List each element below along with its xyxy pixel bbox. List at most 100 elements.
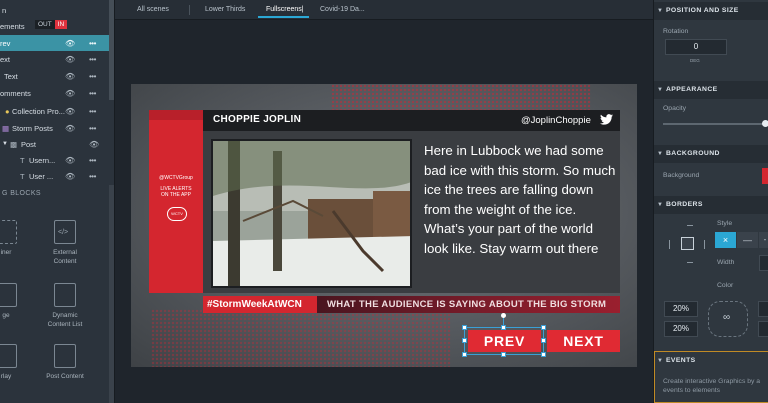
chevron-down-icon: ▼ (657, 151, 664, 157)
border-bottom-toggle[interactable] (687, 257, 693, 263)
hashtag-label: #StormWeekAtWCN (203, 296, 317, 313)
eye-icon[interactable]: 👁 (65, 72, 75, 81)
more-options-icon[interactable]: ••• (89, 72, 96, 81)
events-section[interactable]: ▼ EVENTS Create interactive Graphics by … (654, 351, 768, 403)
block-external-content[interactable]: </> External Content (45, 220, 85, 266)
image-icon (0, 283, 17, 307)
layer-row[interactable]: Text 👁 ••• (0, 68, 109, 84)
eye-icon[interactable]: 👁 (89, 140, 99, 149)
layer-row[interactable]: ▼ ▩ Post 👁 (0, 136, 109, 152)
eye-icon[interactable]: 👁 (65, 39, 75, 48)
rotation-input[interactable]: 0 (665, 39, 727, 55)
section-title: EVENTS (666, 357, 696, 364)
resize-handle[interactable] (462, 352, 467, 357)
blocks-scrollbar[interactable] (109, 185, 114, 403)
tab-all-scenes[interactable]: All scenes (137, 6, 169, 13)
tab-lower-thirds[interactable]: Lower Thirds (205, 6, 245, 13)
more-options-icon[interactable]: ••• (89, 107, 96, 116)
layer-row[interactable]: ▦ Storm Posts 👁 ••• (0, 120, 109, 136)
opacity-slider-thumb[interactable] (762, 120, 768, 127)
tab-fullscreens[interactable]: Fullscreens| (266, 6, 304, 13)
resize-handle[interactable] (541, 338, 546, 343)
section-events-header[interactable]: ▼ EVENTS (655, 352, 768, 370)
graphic-canvas[interactable]: @WCTVGroup LIVE ALERTS ON THE APP WCTV C… (131, 84, 637, 367)
block-label: Dynamic Content List (47, 312, 83, 328)
link-icon[interactable]: ∞ (723, 312, 730, 323)
border-right-toggle[interactable] (699, 240, 705, 249)
eye-icon[interactable]: 👁 (65, 172, 75, 181)
active-tab-indicator (258, 16, 309, 18)
layer-row-selected[interactable]: rev 👁 ••• (0, 35, 109, 51)
layer-row[interactable]: ements (0, 18, 109, 34)
chevron-down-icon: ▼ (657, 8, 664, 14)
eye-icon[interactable]: 👁 (65, 107, 75, 116)
resize-handle[interactable] (462, 325, 467, 330)
more-options-icon[interactable]: ••• (89, 156, 96, 165)
background-label: Background (663, 172, 700, 179)
section-appearance[interactable]: ▼ APPEARANCE (654, 81, 768, 99)
more-options-icon[interactable]: ••• (89, 124, 96, 133)
radius-bottom-right-input[interactable] (758, 321, 768, 337)
twitter-icon (600, 114, 613, 125)
prev-button[interactable]: PREV (468, 330, 541, 352)
layer-label: Collection Pro... (12, 106, 65, 116)
block-container[interactable]: iner (0, 220, 26, 257)
section-title: BACKGROUND (666, 150, 720, 157)
overlay-icon (0, 344, 17, 368)
layer-label: Usern... (29, 155, 56, 165)
more-options-icon[interactable]: ••• (89, 55, 96, 64)
resize-handle[interactable] (462, 338, 467, 343)
resize-handle[interactable] (541, 352, 546, 357)
border-style-none[interactable]: × (715, 232, 736, 248)
eye-icon[interactable]: 👁 (65, 156, 75, 165)
resize-handle[interactable] (541, 325, 546, 330)
layer-row[interactable]: ● Collection Pro... 👁 ••• (0, 103, 109, 119)
border-top-toggle[interactable] (687, 225, 693, 231)
radius-bottom-left-input[interactable]: 20% (664, 321, 698, 337)
layer-label: ext (0, 54, 11, 64)
deg-label: DEG (690, 58, 700, 63)
section-position-size[interactable]: ▼ POSITION AND SIZE (654, 2, 768, 20)
post-photo (211, 139, 412, 288)
section-title: BORDERS (666, 201, 703, 208)
block-dynamic-content-list[interactable]: Dynamic Content List (45, 283, 85, 329)
layer-label: Post (21, 139, 37, 149)
layer-row[interactable]: omments 👁 ••• (0, 85, 109, 101)
layer-row[interactable]: T User ... 👁 ••• (0, 168, 109, 184)
opacity-slider-track[interactable] (663, 123, 767, 125)
layers-scrollbar[interactable] (109, 0, 114, 100)
background-color-swatch[interactable] (762, 168, 768, 184)
section-borders[interactable]: ▼ BORDERS (654, 196, 768, 214)
eye-icon[interactable]: 👁 (65, 124, 75, 133)
color-label: Color (717, 282, 734, 289)
block-post-content[interactable]: Post Content (45, 344, 85, 381)
border-all-toggle[interactable] (681, 237, 694, 250)
more-options-icon[interactable]: ••• (89, 89, 96, 98)
more-options-icon[interactable]: ••• (89, 172, 96, 181)
section-background[interactable]: ▼ BACKGROUND (654, 145, 768, 163)
blocks-header: G BLOCKS (2, 190, 41, 197)
border-left-toggle[interactable] (669, 240, 675, 249)
radius-top-right-input[interactable] (758, 301, 768, 317)
eye-icon[interactable]: 👁 (65, 55, 75, 64)
block-image[interactable]: ge (0, 283, 26, 320)
properties-panel: ▼ POSITION AND SIZE Rotation 0 DEG ▼ APP… (653, 0, 768, 403)
more-options-icon[interactable]: ••• (89, 39, 96, 48)
eye-icon[interactable]: 👁 (65, 89, 75, 98)
rotation-handle[interactable] (501, 313, 506, 318)
radius-top-left-input[interactable]: 20% (664, 301, 698, 317)
resize-handle[interactable] (501, 352, 506, 357)
border-style-dashed[interactable]: - (759, 232, 768, 248)
layer-row[interactable]: ext 👁 ••• (0, 51, 109, 67)
chevron-down-icon[interactable]: ▼ (2, 141, 8, 147)
layers-panel: n OUT IN ements rev 👁 ••• ext 👁 ••• Text… (0, 0, 115, 403)
next-button[interactable]: NEXT (547, 330, 620, 352)
tab-covid-19[interactable]: Covid-19 Da... (320, 6, 365, 13)
resize-handle[interactable] (501, 325, 506, 330)
border-width-input[interactable] (759, 255, 768, 271)
border-style-solid[interactable]: — (737, 232, 758, 248)
events-description: Create interactive Graphics by a events … (663, 378, 761, 394)
layer-row[interactable]: T Usern... 👁 ••• (0, 152, 109, 168)
container-icon (0, 220, 17, 244)
block-overlay[interactable]: rlay (0, 344, 26, 381)
